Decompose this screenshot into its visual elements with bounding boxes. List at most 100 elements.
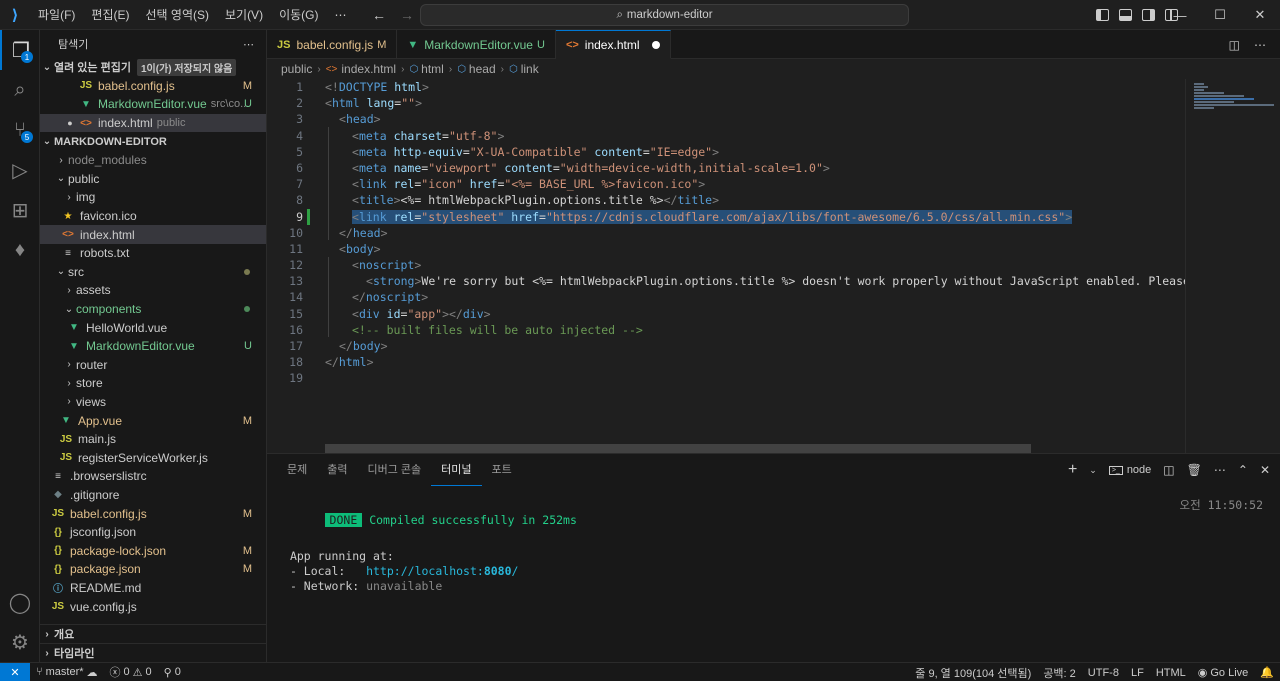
tree-item[interactable]: <> index.html: [40, 225, 266, 244]
tree-item[interactable]: JS babel.config.js M: [40, 504, 266, 523]
breadcrumb-item[interactable]: public: [281, 62, 312, 76]
back-arrow-icon[interactable]: ←: [372, 7, 386, 23]
tree-item[interactable]: ⌄ components: [40, 300, 266, 319]
chevron-up-icon[interactable]: ⌃: [1238, 463, 1248, 477]
menu-go[interactable]: 이동(G): [271, 0, 326, 30]
cursor-position[interactable]: 줄 9, 열 109(104 선택됨): [909, 665, 1037, 681]
breadcrumb-item[interactable]: head: [469, 62, 496, 76]
explorer-icon[interactable]: ❐ 1: [0, 30, 40, 70]
tab-debug-console[interactable]: 디버그 콘솔: [358, 454, 432, 486]
account-icon[interactable]: ◯: [0, 582, 40, 622]
tree-item[interactable]: › assets: [40, 281, 266, 300]
tab-index-html[interactable]: <> index.html: [555, 30, 671, 59]
tree-item[interactable]: ⌄ public: [40, 170, 266, 189]
token: href: [504, 209, 539, 224]
tree-item[interactable]: › views: [40, 393, 266, 412]
extensions-icon[interactable]: ⊞: [0, 190, 40, 230]
git-branch[interactable]: ⑂ master* ☁: [30, 666, 104, 679]
forward-arrow-icon[interactable]: →: [400, 7, 414, 23]
chevron-down-icon[interactable]: ⌄: [1089, 465, 1097, 476]
tab-terminal[interactable]: 터미널: [431, 454, 482, 486]
search-view-icon[interactable]: ⌕: [0, 70, 40, 110]
ports-indicator[interactable]: ⚲ 0: [158, 666, 187, 679]
settings-gear-icon[interactable]: ⚙: [0, 622, 40, 662]
git-status: M: [242, 563, 252, 576]
toggle-panel-icon[interactable]: [1119, 9, 1132, 21]
tab-output[interactable]: 출력: [317, 454, 357, 486]
tree-item[interactable]: › node_modules: [40, 151, 266, 170]
encoding[interactable]: UTF-8: [1082, 667, 1125, 679]
open-editor-item[interactable]: ● <> index.html public: [40, 113, 266, 133]
tree-item[interactable]: {} package.json M: [40, 560, 266, 579]
code-editor[interactable]: 1 <!DOCTYPE html> 2 <html lang=""> 3 <head>…: [267, 79, 1185, 453]
tree-item[interactable]: › store: [40, 374, 266, 393]
tree-item[interactable]: JS vue.config.js: [40, 597, 266, 616]
menu-edit[interactable]: 편집(E): [83, 0, 137, 30]
close-panel-icon[interactable]: ✕: [1260, 463, 1270, 477]
new-terminal-icon[interactable]: +: [1068, 461, 1077, 479]
more-actions-icon[interactable]: ⋯: [1214, 463, 1226, 477]
tree-item[interactable]: ★ favicon.ico: [40, 207, 266, 226]
tree-item[interactable]: JS main.js: [40, 430, 266, 449]
tree-item[interactable]: ≡ .browserslistrc: [40, 467, 266, 486]
project-section[interactable]: ⌄ MARKDOWN-EDITOR: [40, 132, 266, 151]
tree-item[interactable]: ▼ HelloWorld.vue: [40, 318, 266, 337]
split-editor-icon[interactable]: ◫: [1229, 38, 1240, 52]
language-mode[interactable]: HTML: [1150, 667, 1192, 679]
open-editor-item[interactable]: JS babel.config.js M: [40, 77, 266, 96]
more-actions-icon[interactable]: ⋯: [243, 38, 254, 51]
tree-item[interactable]: › router: [40, 356, 266, 375]
remote-icon[interactable]: ✕: [0, 662, 30, 681]
terminal-selector[interactable]: >_ node: [1108, 464, 1151, 476]
toggle-sidebar-icon[interactable]: [1096, 9, 1109, 21]
tree-item[interactable]: ◆ .gitignore: [40, 486, 266, 505]
breadcrumb-item[interactable]: html: [421, 62, 444, 76]
menu-more[interactable]: ⋯: [326, 0, 354, 30]
tree-item[interactable]: ▼ MarkdownEditor.vue U: [40, 337, 266, 356]
tree-item[interactable]: ▼ App.vue M: [40, 411, 266, 430]
tree-item[interactable]: ⌄ src: [40, 263, 266, 282]
tree-item[interactable]: {} jsconfig.json: [40, 523, 266, 542]
minimize-icon[interactable]: —: [1160, 0, 1200, 30]
outline-section[interactable]: › 개요: [40, 625, 266, 644]
maximize-icon[interactable]: ☐: [1200, 0, 1240, 30]
unsaved-dot-icon[interactable]: ●: [62, 118, 78, 128]
tree-item[interactable]: JS registerServiceWorker.js: [40, 448, 266, 467]
close-icon[interactable]: ✕: [1240, 0, 1280, 30]
horizontal-scrollbar[interactable]: [325, 444, 1031, 453]
open-editor-item[interactable]: ▼ MarkdownEditor.vue src\co... U: [40, 95, 266, 114]
tree-item[interactable]: › img: [40, 188, 266, 207]
sidebar-bottom-sections: › 개요 › 타임라인: [40, 623, 266, 662]
indentation[interactable]: 공백: 2: [1037, 665, 1081, 681]
tab-ports[interactable]: 포트: [482, 454, 522, 486]
timeline-section[interactable]: › 타임라인: [40, 643, 266, 662]
unsaved-dot-icon[interactable]: [651, 40, 660, 49]
trash-icon[interactable]: 🗑: [1187, 463, 1202, 477]
open-editors-section[interactable]: ⌄ 열려 있는 편집기 1이(가) 저장되지 않음: [40, 58, 266, 77]
tree-item[interactable]: {} package-lock.json M: [40, 541, 266, 560]
tab-problems[interactable]: 문제: [277, 454, 317, 486]
breadcrumb-item[interactable]: link: [521, 62, 539, 76]
more-actions-icon[interactable]: ⋯: [1254, 38, 1266, 52]
split-terminal-icon[interactable]: ◫: [1163, 463, 1174, 477]
terminal-output[interactable]: DONE Compiled successfully in 252ms 오전 1…: [283, 498, 1263, 594]
notifications-bell-icon[interactable]: 🔔: [1254, 666, 1280, 679]
menu-file[interactable]: 파일(F): [30, 0, 83, 30]
command-center[interactable]: ⌕ markdown-editor: [420, 4, 909, 26]
menu-selection[interactable]: 선택 영역(S): [137, 0, 217, 30]
minimap[interactable]: [1185, 79, 1280, 453]
source-control-icon[interactable]: ⑂ 5: [0, 110, 40, 150]
tree-item[interactable]: ≡ robots.txt: [40, 244, 266, 263]
local-url[interactable]: http://localhost:8080/: [366, 564, 518, 578]
problems-indicator[interactable]: ⓧ 0 ⚠ 0: [104, 664, 158, 680]
end-of-line[interactable]: LF: [1125, 667, 1150, 679]
tab-babel-config[interactable]: JS babel.config.js M: [267, 30, 398, 59]
mongodb-leaf-icon[interactable]: ♦: [0, 230, 40, 270]
menu-view[interactable]: 보기(V): [217, 0, 271, 30]
run-debug-icon[interactable]: ▷: [0, 150, 40, 190]
toggle-secondary-sidebar-icon[interactable]: [1142, 9, 1155, 21]
breadcrumb-item[interactable]: index.html: [341, 62, 396, 76]
tab-markdown-editor[interactable]: ▼ MarkdownEditor.vue U: [397, 30, 556, 59]
go-live-button[interactable]: ◉ Go Live: [1192, 666, 1255, 680]
tree-item[interactable]: ⓘ README.md: [40, 579, 266, 598]
